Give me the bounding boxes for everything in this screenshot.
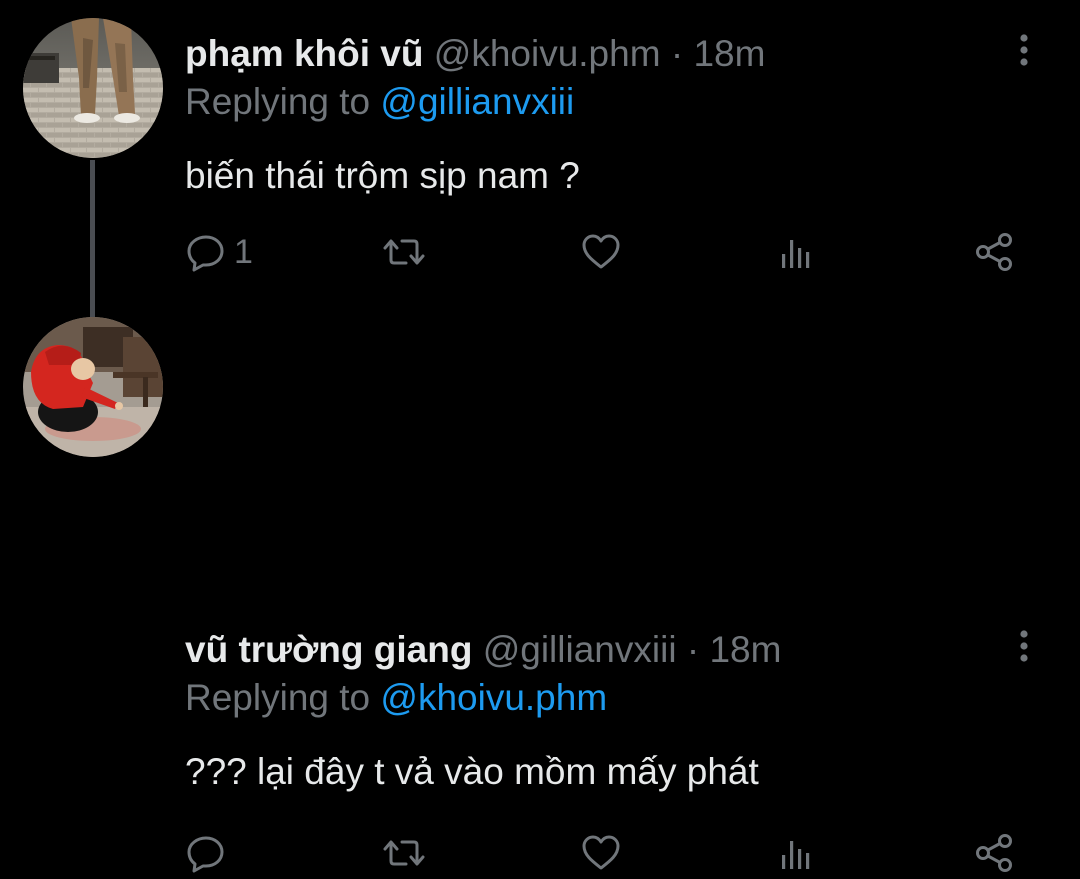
user-handle[interactable]: @gillianvxiii (483, 629, 677, 670)
retweet-button[interactable] (382, 829, 426, 877)
reply-icon (187, 836, 224, 873)
like-button[interactable] (580, 829, 622, 877)
more-vertical-icon (1020, 630, 1028, 662)
replying-to-line: Replying to @khoivu.phm (185, 676, 607, 720)
tweet-header: vũ trường giang @gillianvxiii · 18m (185, 628, 781, 672)
separator-dot: · (670, 33, 684, 74)
heart-icon (582, 234, 620, 269)
more-options-button[interactable] (1010, 30, 1038, 70)
user-handle[interactable]: @khoivu.phm (434, 33, 661, 74)
replying-to-label: Replying to (185, 81, 381, 122)
tweet-1[interactable]: phạm khôi vũ @khoivu.phm · 18m Replying … (0, 0, 1080, 317)
tweet-text: biến thái trộm sịp nam ? (185, 155, 580, 196)
replying-to-label: Replying to (185, 677, 381, 718)
like-button[interactable] (580, 228, 622, 276)
reply-count: 1 (234, 232, 253, 271)
share-button[interactable] (974, 228, 1016, 276)
retweet-icon (383, 840, 425, 866)
views-icon (782, 841, 810, 869)
timestamp[interactable]: 18m (709, 629, 781, 670)
share-icon (976, 834, 1012, 872)
share-button[interactable] (974, 829, 1016, 877)
reply-button[interactable]: 1 (186, 228, 253, 276)
replying-to-mention[interactable]: @khoivu.phm (380, 677, 607, 718)
timestamp[interactable]: 18m (693, 33, 765, 74)
tweet-2[interactable]: vũ trường giang @gillianvxiii · 18m Repl… (0, 300, 1080, 873)
display-name[interactable]: phạm khôi vũ (185, 33, 423, 74)
more-vertical-icon (1020, 34, 1028, 66)
tweet-text: ??? lại đây t vả vào mồm mấy phát (185, 751, 759, 792)
views-icon (782, 240, 810, 268)
action-bar: 1 (0, 228, 1080, 278)
reply-button[interactable] (186, 829, 234, 877)
views-button[interactable] (777, 228, 817, 276)
views-button[interactable] (777, 829, 817, 877)
share-icon (976, 233, 1012, 271)
avatar[interactable] (23, 317, 163, 457)
tweet-header: phạm khôi vũ @khoivu.phm · 18m (185, 32, 765, 76)
heart-icon (582, 835, 620, 870)
replying-to-mention[interactable]: @gillianvxiii (380, 81, 574, 122)
avatar-photo (23, 317, 163, 457)
retweet-icon (383, 239, 425, 265)
separator-dot: · (686, 629, 700, 670)
avatar[interactable] (23, 18, 163, 158)
display-name[interactable]: vũ trường giang (185, 629, 472, 670)
replying-to-line: Replying to @gillianvxiii (185, 80, 574, 124)
more-options-button[interactable] (1010, 626, 1038, 666)
retweet-button[interactable] (382, 228, 426, 276)
avatar-photo (23, 18, 163, 158)
action-bar (0, 829, 1080, 879)
reply-icon (187, 235, 224, 272)
